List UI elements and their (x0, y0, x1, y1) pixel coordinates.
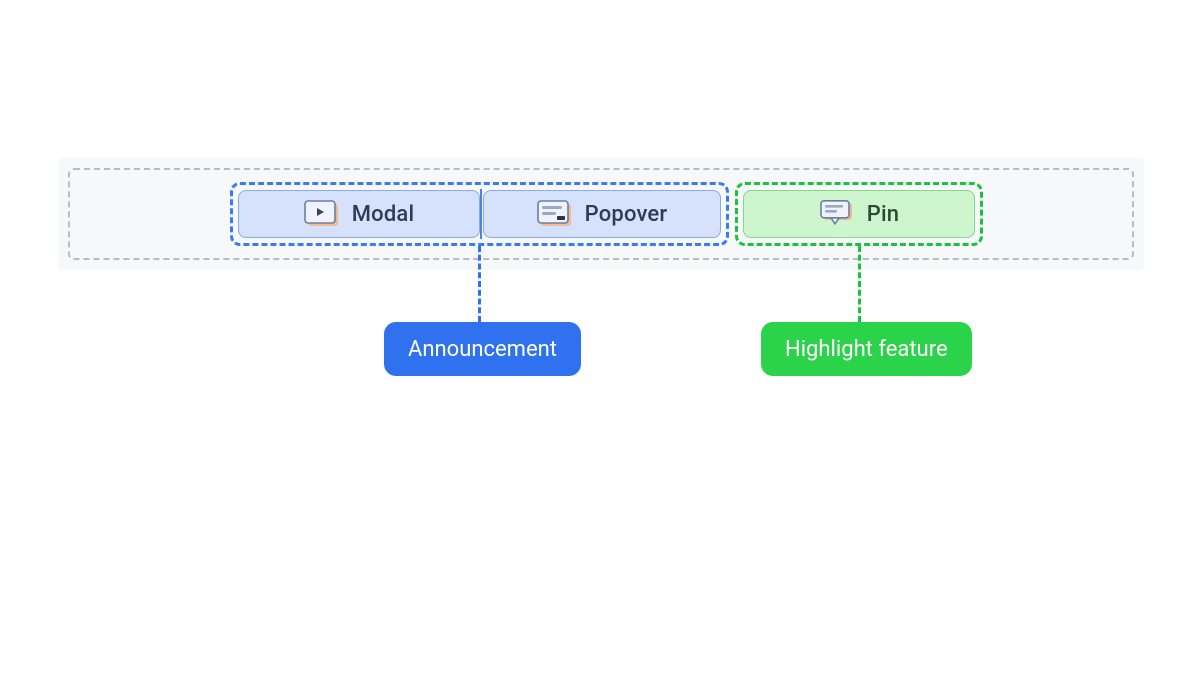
connector-highlight (858, 246, 861, 322)
card-pin-label: Pin (867, 202, 900, 227)
card-modal-label: Modal (352, 202, 415, 227)
popover-icon (537, 200, 573, 228)
pin-icon (819, 200, 855, 228)
callout-announcement: Announcement (384, 322, 581, 376)
card-popover-label: Popover (585, 202, 668, 227)
modal-icon (304, 200, 340, 228)
group-announcement-divider (480, 189, 482, 239)
connector-announcement (478, 246, 481, 322)
card-pin[interactable]: Pin (743, 190, 975, 238)
card-popover[interactable]: Popover (483, 190, 721, 238)
callout-announcement-label: Announcement (408, 337, 557, 362)
card-modal[interactable]: Modal (238, 190, 480, 238)
callout-highlight: Highlight feature (761, 322, 972, 376)
group-announcement: Modal Popover (230, 182, 729, 246)
group-highlight: Pin (735, 182, 983, 246)
callout-highlight-label: Highlight feature (785, 337, 948, 362)
